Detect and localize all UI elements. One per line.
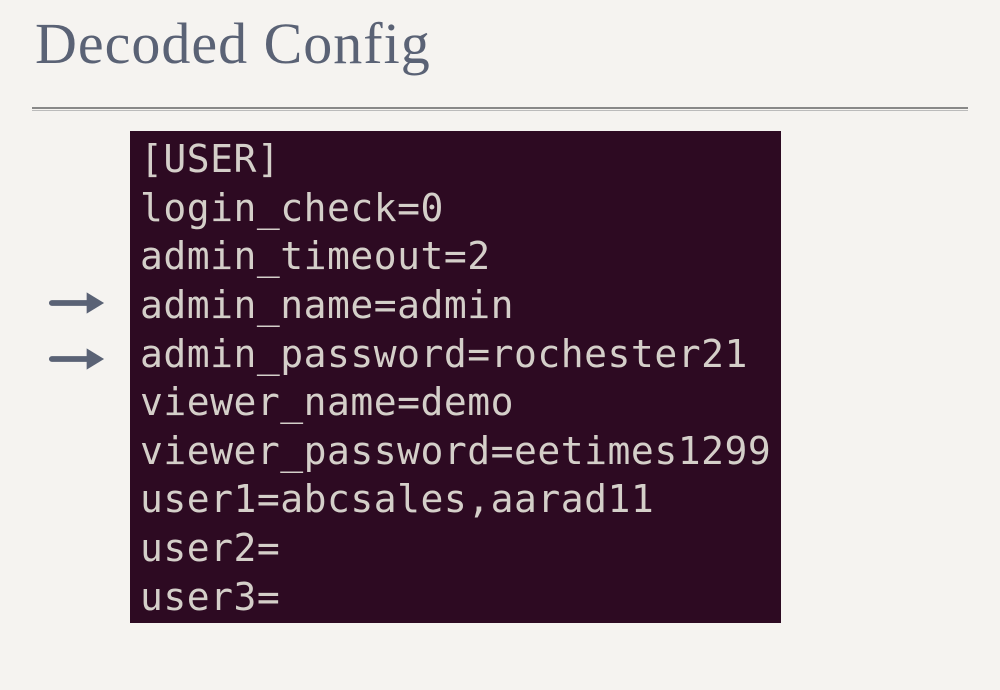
config-line: user1=abcsales,aarad11 [140,477,654,521]
divider-line [32,107,968,111]
annotation-arrows [48,131,106,383]
slide-container: Decoded Config [USER] login_check=0 admi… [0,0,1000,633]
config-line: admin_timeout=2 [140,234,491,278]
content-area: [USER] login_check=0 admin_timeout=2 adm… [30,131,970,623]
config-line: user3= [140,575,280,619]
config-line: login_check=0 [140,186,444,230]
config-line: [USER] [140,137,280,181]
terminal-output: [USER] login_check=0 admin_timeout=2 adm… [130,131,781,623]
arrow-icon [48,279,106,327]
slide-title: Decoded Config [35,10,970,77]
config-line: viewer_password=eetimes1299 [140,429,771,473]
config-line: admin_password=rochester21 [140,332,748,376]
arrow-icon [48,335,106,383]
config-line: user2= [140,526,280,570]
config-line: admin_name=admin [140,283,514,327]
config-line: viewer_name=demo [140,380,514,424]
